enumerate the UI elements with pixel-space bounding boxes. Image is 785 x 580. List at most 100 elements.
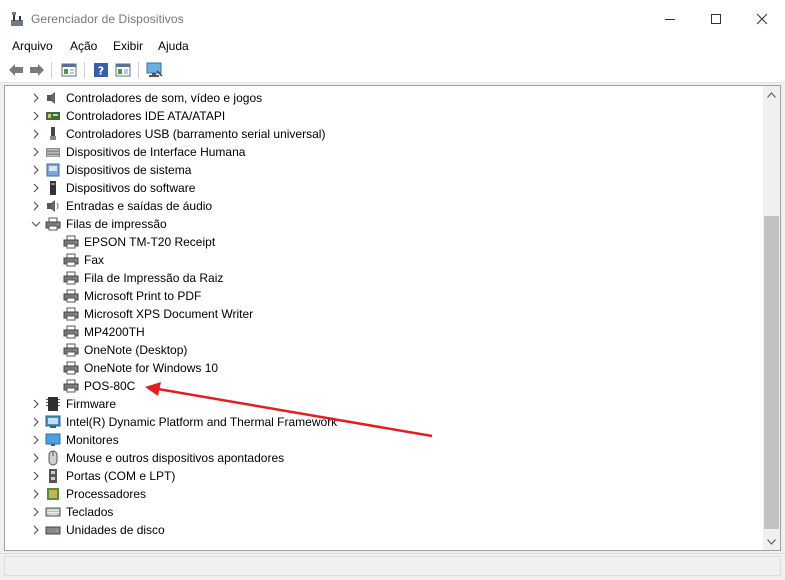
tree-item-label: MP4200TH: [84, 325, 145, 339]
help-icon: ?: [94, 63, 108, 78]
monitor-icon: [146, 62, 163, 77]
tree-child-item[interactable]: Fila de Impressão da Raiz: [5, 269, 762, 287]
mouse-icon: [45, 450, 61, 466]
hid-icon: [45, 144, 61, 160]
printer-icon: [63, 252, 79, 268]
tree-category-item[interactable]: Dispositivos do software: [5, 179, 762, 197]
port-icon: [45, 468, 61, 484]
processor-icon: [45, 486, 61, 502]
tree-item-label: Intel(R) Dynamic Platform and Thermal Fr…: [66, 415, 338, 429]
tree-item-label: Controladores de som, vídeo e jogos: [66, 91, 263, 105]
chevron-right-icon[interactable]: [31, 92, 41, 104]
chevron-right-icon[interactable]: [31, 524, 41, 536]
chevron-right-icon[interactable]: [31, 452, 41, 464]
close-button[interactable]: [739, 0, 785, 37]
maximize-button[interactable]: [693, 0, 739, 37]
back-arrow-icon: [9, 64, 23, 76]
view-button[interactable]: [113, 61, 133, 79]
tree-category-item[interactable]: Dispositivos de Interface Humana: [5, 143, 762, 161]
tree-child-item[interactable]: OneNote for Windows 10: [5, 359, 762, 377]
tree-item-label: Fax: [84, 253, 105, 267]
printer-icon: [63, 270, 79, 286]
chevron-right-icon[interactable]: [31, 128, 41, 140]
tree-child-item[interactable]: Fax: [5, 251, 762, 269]
scroll-thumb[interactable]: [764, 216, 779, 529]
printer-icon: [63, 378, 79, 394]
tree-item-label: Unidades de disco: [66, 523, 165, 537]
forward-button[interactable]: [27, 61, 47, 79]
printer-icon: [63, 306, 79, 322]
back-button[interactable]: [6, 61, 26, 79]
menu-ajuda[interactable]: Ajuda: [156, 39, 191, 53]
tree-category-item[interactable]: Monitores: [5, 431, 762, 449]
system-device-icon: [45, 162, 61, 178]
status-bar-panel: [4, 556, 781, 576]
tree-item-label: Dispositivos de sistema: [66, 163, 192, 177]
tree-item-label: Teclados: [66, 505, 114, 519]
tree-category-item[interactable]: Teclados: [5, 503, 762, 521]
chevron-right-icon[interactable]: [31, 470, 41, 482]
help-button[interactable]: ?: [91, 61, 111, 79]
printer-icon: [63, 360, 79, 376]
tree-item-label: Entradas e saídas de áudio: [66, 199, 213, 213]
tree-category-item[interactable]: Processadores: [5, 485, 762, 503]
tree-item-label: Monitores: [66, 433, 119, 447]
scroll-up-button[interactable]: [763, 86, 780, 103]
chevron-right-icon[interactable]: [31, 164, 41, 176]
tree-item-label: OneNote for Windows 10: [84, 361, 219, 375]
tree-item-label: POS-80C: [84, 379, 136, 393]
chevron-right-icon[interactable]: [31, 506, 41, 518]
close-icon: [756, 13, 768, 24]
tree-child-item[interactable]: MP4200TH: [5, 323, 762, 341]
chevron-right-icon[interactable]: [31, 110, 41, 122]
tree-child-item[interactable]: POS-80C: [5, 377, 762, 395]
minimize-icon: [665, 18, 675, 20]
printer-icon: [63, 342, 79, 358]
tree-category-item[interactable]: Portas (COM e LPT): [5, 467, 762, 485]
tree-item-label: Mouse e outros dispositivos apontadores: [66, 451, 285, 465]
tree-item-label: Dispositivos de Interface Humana: [66, 145, 246, 159]
menu-acao[interactable]: Ação: [68, 39, 99, 53]
chevron-right-icon[interactable]: [31, 434, 41, 446]
toolbar: ?: [0, 57, 785, 83]
scan-hardware-button[interactable]: [145, 61, 165, 79]
tree-category-item[interactable]: Dispositivos de sistema: [5, 161, 762, 179]
chevron-right-icon[interactable]: [31, 182, 41, 194]
intel-device-icon: [45, 414, 61, 430]
tree-category-item[interactable]: Intel(R) Dynamic Platform and Thermal Fr…: [5, 413, 762, 431]
tree-category-item[interactable]: Entradas e saídas de áudio: [5, 197, 762, 215]
tree-category-item[interactable]: Mouse e outros dispositivos apontadores: [5, 449, 762, 467]
menu-bar: Arquivo Ação Exibir Ajuda: [0, 37, 785, 57]
tree-category-item[interactable]: Controladores de som, vídeo e jogos: [5, 89, 762, 107]
chevron-down-icon[interactable]: [31, 218, 41, 230]
tree-category-item[interactable]: Controladores IDE ATA/ATAPI: [5, 107, 762, 125]
tree-child-item[interactable]: EPSON TM-T20 Receipt: [5, 233, 762, 251]
chevron-right-icon[interactable]: [31, 488, 41, 500]
chevron-right-icon[interactable]: [31, 398, 41, 410]
properties-button[interactable]: [59, 61, 79, 79]
tree-item-label: Fila de Impressão da Raiz: [84, 271, 224, 285]
printer-icon: [63, 288, 79, 304]
tree-child-item[interactable]: Microsoft XPS Document Writer: [5, 305, 762, 323]
tree-item-label: Controladores USB (barramento serial uni…: [66, 127, 326, 141]
menu-arquivo[interactable]: Arquivo: [10, 39, 55, 53]
tree-item-label: OneNote (Desktop): [84, 343, 188, 357]
title-bar: Gerenciador de Dispositivos: [0, 0, 785, 37]
chevron-right-icon[interactable]: [31, 416, 41, 428]
vertical-scrollbar[interactable]: [763, 86, 780, 550]
tree-child-item[interactable]: OneNote (Desktop): [5, 341, 762, 359]
tree-category-item[interactable]: Filas de impressão: [5, 215, 762, 233]
minimize-button[interactable]: [647, 0, 693, 37]
usb-icon: [45, 126, 61, 142]
tree-item-label: Portas (COM e LPT): [66, 469, 176, 483]
scroll-down-button[interactable]: [763, 533, 780, 550]
tree-category-item[interactable]: Controladores USB (barramento serial uni…: [5, 125, 762, 143]
tree-category-item[interactable]: Firmware: [5, 395, 762, 413]
tree-child-item[interactable]: Microsoft Print to PDF: [5, 287, 762, 305]
software-device-icon: [45, 180, 61, 196]
chevron-down-icon: [767, 538, 776, 545]
chevron-right-icon[interactable]: [31, 200, 41, 212]
tree-category-item[interactable]: Unidades de disco: [5, 521, 762, 539]
chevron-right-icon[interactable]: [31, 146, 41, 158]
menu-exibir[interactable]: Exibir: [111, 39, 145, 53]
